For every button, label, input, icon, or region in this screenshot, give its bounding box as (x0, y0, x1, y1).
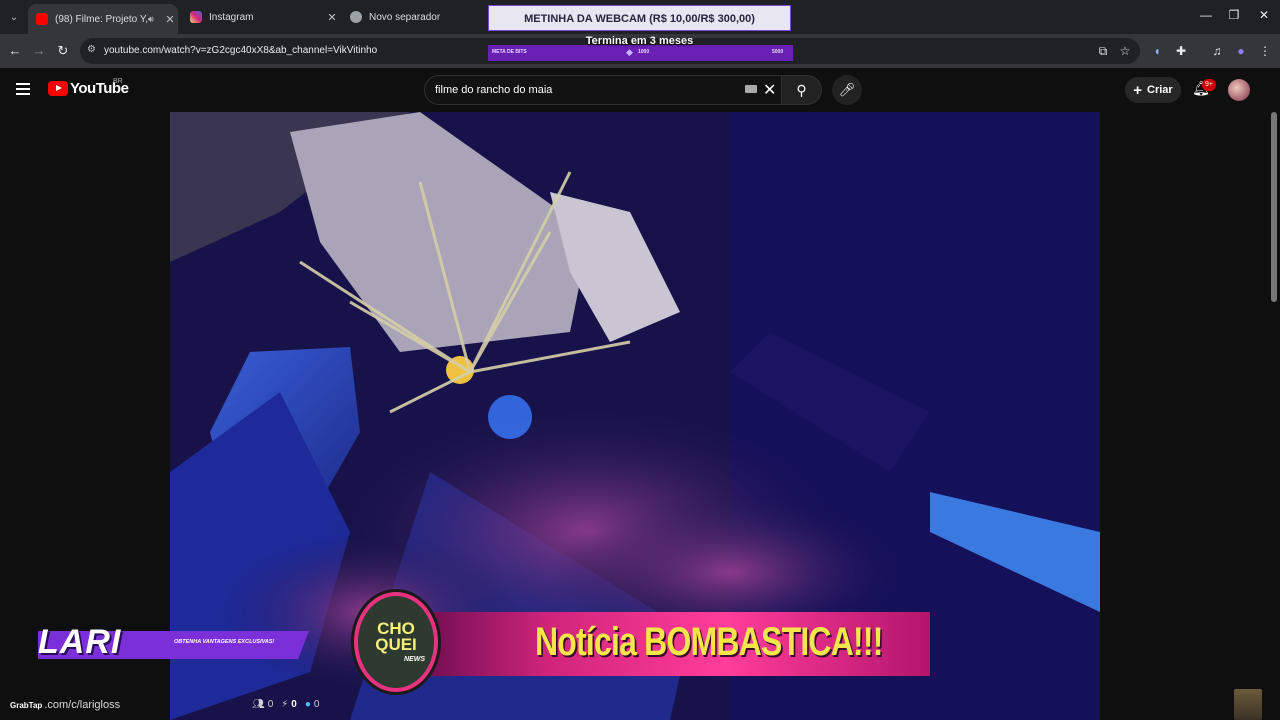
create-button[interactable]: + Criar (1125, 77, 1181, 103)
bookmark-star-icon[interactable]: ☆ (1116, 42, 1134, 60)
circle-icon: ● (304, 699, 311, 710)
instagram-favicon-icon (190, 11, 202, 23)
close-tab-icon[interactable]: ✕ (162, 13, 178, 26)
create-label: Criar (1147, 84, 1173, 96)
counter-value: 0 (267, 699, 274, 710)
speaker-icon[interactable]: 🔊︎ (148, 14, 162, 25)
counter-value: 0 (291, 699, 297, 710)
choquei-news-logo: CHO QUEI NEWS (354, 592, 438, 692)
media-control-icon[interactable]: ♫ (1208, 42, 1226, 60)
youtube-favicon-icon (36, 13, 48, 25)
tab-youtube[interactable]: (98) Filme: Projeto Y, Rancho 🔊︎ ✕ (28, 4, 178, 34)
goal-progress-bar: META DE BITS 1000 5000 ◆ (488, 45, 793, 61)
logo-line-3: NEWS (404, 656, 425, 663)
extensions-puzzle-icon[interactable]: ✚ (1172, 42, 1190, 60)
forward-arrow-icon[interactable]: → (30, 42, 48, 60)
bolt-icon: ⚡︎ (281, 699, 289, 710)
youtube-play-logo-icon[interactable] (48, 81, 68, 96)
goal-bar-left-label: META DE BITS (492, 49, 527, 55)
brand-label: GrabTap (10, 701, 43, 710)
logo-line-2: QUEI (375, 635, 417, 654)
channel-url-text: .com/c/larigloss (44, 699, 121, 711)
keyboard-icon[interactable] (745, 85, 757, 93)
diamond-icon: ◆ (626, 47, 633, 57)
webcam-thumbnail (1234, 689, 1262, 720)
hamburger-menu-icon[interactable] (16, 83, 30, 95)
close-window-icon[interactable]: ✕ (1254, 8, 1274, 22)
youtube-header: YouTube BR filme do rancho do maia ✕ ⚲ 🎤… (0, 68, 1280, 112)
channel-url: GrabTap .com/c/larigloss (10, 699, 120, 711)
plus-icon: + (1133, 81, 1143, 99)
goal-bar-mid-label: 1000 (638, 49, 650, 55)
close-tab-icon[interactable]: ✕ (324, 11, 340, 24)
site-settings-icon[interactable]: ⚙ (87, 44, 96, 55)
tab-instagram[interactable]: Instagram ✕ (182, 4, 340, 30)
search-icon: ⚲ (796, 82, 807, 98)
counter-bits: ⚡︎ 0 (281, 699, 297, 710)
page-scrollbar[interactable] (1271, 112, 1277, 302)
install-app-icon[interactable]: ⧉ (1094, 42, 1112, 60)
people-icon: 👥︎ (252, 699, 265, 710)
banner-headline: Notícia BOMBASTICA!!! (535, 620, 883, 664)
search-query: filme do rancho do maia (435, 84, 553, 96)
restore-icon[interactable]: ❐ (1224, 8, 1244, 22)
stream-counters: 👥︎ 0 ⚡︎ 0 ● 0 (252, 699, 319, 710)
tab-new[interactable]: Novo separador (342, 4, 492, 30)
goal-title: METINHA DA WEBCAM (R$ 10,00/R$ 300,00) (524, 13, 755, 25)
goal-bar-right-label: 5000 (772, 49, 784, 55)
goal-subtitle: Termina em 3 meses (585, 35, 694, 47)
voice-search-button[interactable]: 🎤︎ (832, 75, 862, 105)
menu-kebab-icon[interactable]: ⋮ (1256, 42, 1274, 60)
tab-title: Instagram (209, 11, 254, 23)
counter-subs: ● 0 (305, 699, 320, 710)
notification-count-badge: 9+ (1202, 79, 1216, 91)
avatar[interactable] (1228, 79, 1250, 101)
stream-goal-box: METINHA DA WEBCAM (R$ 10,00/R$ 300,00) (488, 5, 791, 31)
minimize-icon[interactable]: — (1196, 8, 1216, 22)
extension-audio-icon[interactable]: ◖ (1148, 42, 1166, 60)
clear-search-icon[interactable]: ✕ (763, 80, 776, 100)
streamer-tagline: OBTENHA VANTAGENS EXCLUSIVAS! (174, 639, 275, 645)
tab-title: Novo separador (369, 11, 441, 23)
profile-icon[interactable]: ● (1232, 42, 1250, 60)
url-text: youtube.com/watch?v=zG2cgc40xX8&ab_chann… (104, 45, 378, 56)
search-button[interactable]: ⚲ (782, 75, 822, 105)
search-input[interactable]: filme do rancho do maia ✕ (424, 75, 782, 105)
tab-title: (98) Filme: Projeto Y, Rancho (55, 13, 148, 25)
counter-viewers: 👥︎ 0 (252, 699, 273, 710)
back-arrow-icon[interactable]: ← (6, 42, 24, 60)
counter-value: 0 (313, 699, 320, 710)
tab-search-chevron-icon[interactable]: ⌄ (4, 7, 24, 27)
reload-icon[interactable]: ↻ (54, 42, 72, 60)
globe-favicon-icon (350, 11, 362, 23)
country-code: BR (113, 78, 123, 85)
streamer-name: LARI (38, 623, 122, 661)
microphone-icon: 🎤︎ (838, 82, 856, 97)
